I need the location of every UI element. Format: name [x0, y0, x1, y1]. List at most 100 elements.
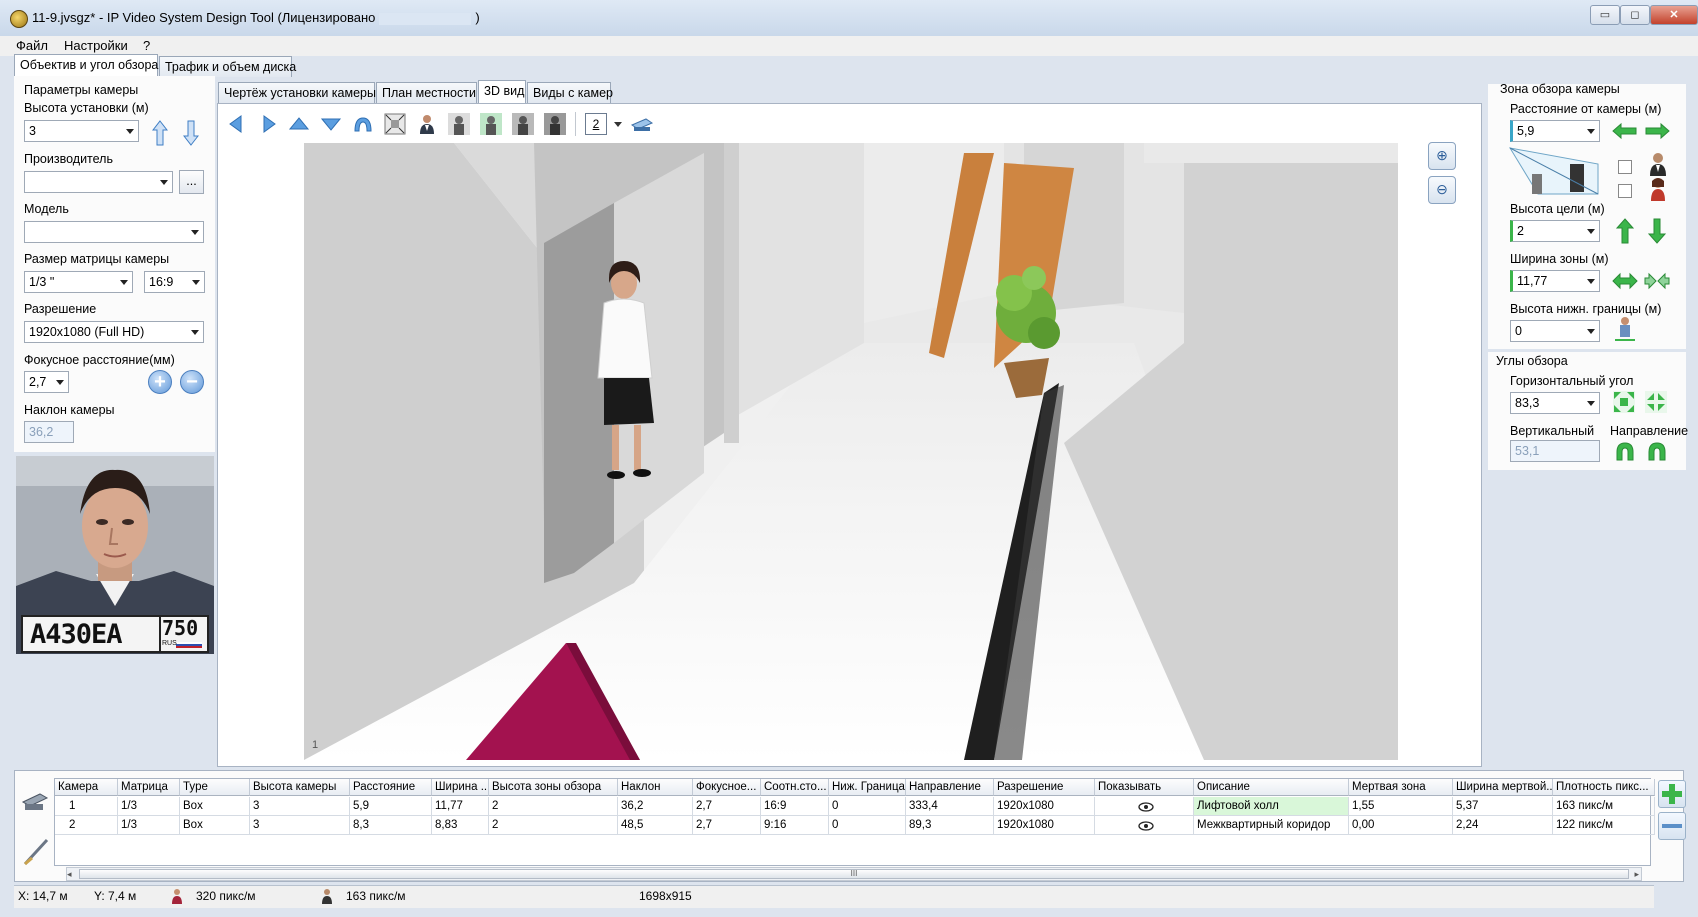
table-cell[interactable]: 1/3: [118, 797, 180, 816]
table-cell[interactable]: 5,37: [1453, 797, 1553, 816]
menu-file[interactable]: Файл: [16, 38, 48, 53]
column-header[interactable]: Описание: [1194, 779, 1349, 796]
table-cell[interactable]: 3: [250, 816, 350, 835]
shrink-angle-icon[interactable]: [1644, 390, 1668, 417]
column-header[interactable]: Ниж. Граница: [829, 779, 906, 796]
show-eye-icon[interactable]: [1095, 816, 1194, 835]
table-cell[interactable]: 11,77: [432, 797, 489, 816]
aspect-select[interactable]: 16:9: [144, 271, 205, 293]
table-cell[interactable]: 2: [55, 816, 118, 835]
pan-up-icon[interactable]: [288, 113, 310, 135]
show-eye-icon[interactable]: [1095, 797, 1194, 816]
target-height-select[interactable]: 2: [1510, 220, 1600, 242]
column-header[interactable]: Разрешение: [994, 779, 1095, 796]
rotate-up-icon[interactable]: [352, 113, 374, 135]
person-scene-icon[interactable]: [480, 113, 502, 135]
column-header[interactable]: Расстояние: [350, 779, 432, 796]
column-header[interactable]: Соотн.сто...: [761, 779, 829, 796]
menu-help[interactable]: ?: [143, 38, 150, 53]
male-target-checkbox[interactable]: [1618, 160, 1632, 174]
table-cell[interactable]: 163 пикс/м: [1553, 797, 1655, 816]
tab-site-plan[interactable]: План местности: [376, 82, 477, 103]
table-cell[interactable]: 2: [489, 816, 618, 835]
vendor-select[interactable]: [24, 171, 173, 193]
focal-decrease-button[interactable]: −: [180, 370, 204, 394]
table-cell[interactable]: 1: [55, 797, 118, 816]
person-front-icon[interactable]: [448, 113, 470, 135]
narrow-icon[interactable]: [1644, 272, 1670, 293]
table-cell[interactable]: 0: [829, 797, 906, 816]
zoom-out-button[interactable]: ⊖: [1428, 176, 1456, 204]
column-header[interactable]: Ширина мертвой...: [1453, 779, 1553, 796]
table-cell[interactable]: Box: [180, 816, 250, 835]
sensor-select[interactable]: 1/3 ": [24, 271, 133, 293]
distance-left-icon[interactable]: [1612, 122, 1638, 143]
table-cell[interactable]: 2,7: [693, 816, 761, 835]
vertical-angle-field[interactable]: 53,1: [1510, 440, 1600, 462]
tab-3d-view[interactable]: 3D вид: [478, 80, 526, 103]
camera-icon[interactable]: [630, 113, 654, 135]
table-cell[interactable]: 9:16: [761, 816, 829, 835]
column-header[interactable]: Направление: [906, 779, 994, 796]
focal-increase-button[interactable]: +: [148, 370, 172, 394]
person-gray-icon[interactable]: [512, 113, 534, 135]
table-cell[interactable]: 2,24: [1453, 816, 1553, 835]
table-cell[interactable]: 1,55: [1349, 797, 1453, 816]
lower-bound-select[interactable]: 0: [1510, 320, 1600, 342]
zoom-in-button[interactable]: ⊕: [1428, 142, 1456, 170]
scroll-thumb[interactable]: III: [79, 869, 1629, 879]
table-cell[interactable]: 1920x1080: [994, 816, 1095, 835]
tab-camera-views[interactable]: Виды с камер: [527, 82, 613, 103]
raise-camera-icon[interactable]: [151, 120, 169, 149]
table-cell[interactable]: 5,9: [350, 797, 432, 816]
lower-camera-icon[interactable]: [182, 120, 200, 149]
vendor-browse-button[interactable]: ...: [179, 170, 204, 194]
distance-right-icon[interactable]: [1644, 122, 1670, 143]
menu-settings[interactable]: Настройки: [64, 38, 128, 53]
column-header[interactable]: Фокусное...: [693, 779, 761, 796]
pan-down-icon[interactable]: [320, 113, 342, 135]
widen-icon[interactable]: [1612, 272, 1638, 293]
female-target-checkbox[interactable]: [1618, 184, 1632, 198]
column-header[interactable]: Матрица: [118, 779, 180, 796]
tilt-field[interactable]: 36,2: [24, 421, 74, 443]
column-header[interactable]: Плотность пикс...: [1553, 779, 1655, 796]
target-up-icon[interactable]: [1615, 218, 1635, 247]
table-cell[interactable]: 8,83: [432, 816, 489, 835]
table-cell[interactable]: Межквартирный коридор: [1194, 816, 1349, 835]
table-cell[interactable]: 8,3: [350, 816, 432, 835]
horizontal-angle-select[interactable]: 83,3: [1510, 392, 1600, 414]
height-select[interactable]: 3: [24, 120, 139, 142]
expand-angle-icon[interactable]: [1612, 390, 1636, 417]
table-cell[interactable]: 333,4: [906, 797, 994, 816]
pan-right-icon[interactable]: [258, 113, 280, 135]
column-header[interactable]: Ширина ...: [432, 779, 489, 796]
maximize-button[interactable]: ◻: [1620, 5, 1650, 25]
rotate-right-icon[interactable]: [1645, 440, 1669, 467]
table-cell[interactable]: 3: [250, 797, 350, 816]
table-cell[interactable]: 2,7: [693, 797, 761, 816]
column-header[interactable]: Мертвая зона: [1349, 779, 1453, 796]
table-cell[interactable]: 1/3: [118, 816, 180, 835]
table-cell[interactable]: 36,2: [618, 797, 693, 816]
person-view-icon[interactable]: [416, 113, 438, 135]
table-cell[interactable]: 0,00: [1349, 816, 1453, 835]
column-header[interactable]: Высота зоны обзора: [489, 779, 618, 796]
focal-select[interactable]: 2,7: [24, 371, 69, 393]
distance-select[interactable]: 5,9: [1510, 120, 1600, 142]
rotate-left-icon[interactable]: [1613, 440, 1637, 467]
table-cell[interactable]: 0: [829, 816, 906, 835]
scroll-left-icon[interactable]: ◂: [67, 869, 72, 880]
table-cell[interactable]: Box: [180, 797, 250, 816]
resolution-select[interactable]: 1920x1080 (Full HD): [24, 321, 204, 343]
target-down-icon[interactable]: [1647, 218, 1667, 247]
table-cell[interactable]: 2: [489, 797, 618, 816]
table-cell[interactable]: 89,3: [906, 816, 994, 835]
tab-lens-angle[interactable]: Объектив и угол обзора: [14, 54, 158, 77]
tab-install-drawing[interactable]: Чертёж установки камеры: [218, 82, 376, 103]
remove-camera-button[interactable]: [1658, 812, 1686, 840]
table-cell[interactable]: 1920x1080: [994, 797, 1095, 816]
column-header[interactable]: Камера: [55, 779, 118, 796]
table-cell[interactable]: 122 пикс/м: [1553, 816, 1655, 835]
pan-left-icon[interactable]: [225, 113, 247, 135]
